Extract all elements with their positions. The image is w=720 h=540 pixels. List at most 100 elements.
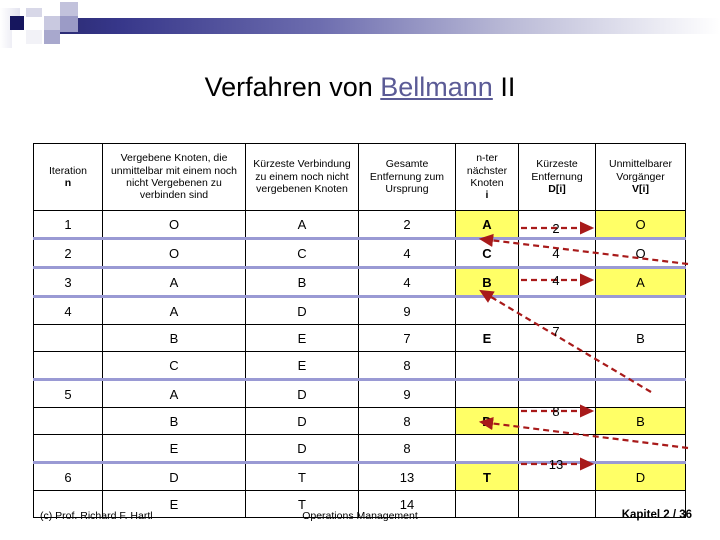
shortest-distance-cell <box>518 407 596 435</box>
iteration-cell <box>33 351 103 381</box>
bellmann-algorithm-table: Iteration n Vergebene Knoten, die unmittel… <box>33 143 686 518</box>
header-label: Unmittelbarer Vorgänger <box>608 158 673 183</box>
iteration-cell: 1 <box>33 210 103 240</box>
deco-square-6 <box>44 30 60 44</box>
deco-square-5 <box>44 16 60 30</box>
predecessor-cell: B <box>595 324 686 352</box>
shortest-distance-cell <box>518 462 596 491</box>
deco-square-2 <box>10 16 24 30</box>
table-header-cell-6: Unmittelbarer Vorgänger V[i] <box>595 143 686 211</box>
header-label: Kürzeste Verbindung zu einem noch nicht … <box>253 158 351 196</box>
total-distance-cell: 8 <box>358 407 456 435</box>
table-row: 1OA2AO <box>33 210 686 240</box>
nth-nearest-node-cell <box>455 351 519 381</box>
table-header-cell-1: Vergebene Knoten, die unmittelbar mit ei… <box>102 143 246 211</box>
table-row: 3AB4BA <box>33 267 686 298</box>
iteration-cell <box>33 324 103 352</box>
predecessor-cell: B <box>595 407 686 435</box>
assigned-nodes-cell: D <box>102 462 246 491</box>
page-title: Verfahren von Bellmann II <box>205 72 516 102</box>
deco-square-9 <box>0 30 12 48</box>
header-label: Iteration <box>49 164 87 177</box>
header-label: n-ter nächster Knoten <box>466 152 508 189</box>
total-distance-cell: 2 <box>358 210 456 240</box>
predecessor-cell: O <box>595 210 686 240</box>
slide-footer: (c) Prof. Richard F. Hartl Operations Ma… <box>0 508 720 532</box>
shortest-distance-cell <box>518 324 596 352</box>
predecessor-cell: A <box>595 267 686 298</box>
total-distance-cell: 9 <box>358 296 456 325</box>
shortest-connection-cell: D <box>245 434 359 464</box>
assigned-nodes-cell: A <box>102 267 246 298</box>
table-header-cell-3: Gesamte Entfernung zum Ursprung <box>358 143 456 211</box>
page-title-container: Verfahren von Bellmann II <box>0 72 720 103</box>
predecessor-cell <box>595 434 686 464</box>
iteration-cell: 4 <box>33 296 103 325</box>
assigned-nodes-cell: A <box>102 296 246 325</box>
bellmann-table-container: Iteration n Vergebene Knoten, die unmittel… <box>33 143 686 518</box>
header-symbol: V[i] <box>632 183 649 196</box>
title-text-after: II <box>492 72 516 102</box>
shortest-connection-cell: D <box>245 407 359 435</box>
shortest-distance-cell <box>518 210 596 240</box>
shortest-connection-cell: D <box>245 296 359 325</box>
table-header-cell-4: n-ter nächster Knoten i <box>455 143 519 211</box>
shortest-distance-cell <box>518 351 596 381</box>
bellmann-hyperlink[interactable]: Bellmann <box>380 72 493 102</box>
shortest-distance-cell <box>518 434 596 464</box>
shortest-connection-cell: C <box>245 238 359 269</box>
iteration-cell <box>33 407 103 435</box>
deco-square-3 <box>26 8 42 17</box>
shortest-connection-cell: B <box>245 267 359 298</box>
assigned-nodes-cell: B <box>102 407 246 435</box>
assigned-nodes-cell: C <box>102 351 246 381</box>
table-row: 6 D T 13 T D <box>33 462 686 491</box>
title-text-before: Verfahren von <box>204 72 381 102</box>
assigned-nodes-cell: B <box>102 324 246 352</box>
total-distance-cell: 9 <box>358 379 456 408</box>
table-header-cell-2: Kürzeste Verbindung zu einem noch nicht … <box>245 143 359 211</box>
shortest-distance-cell <box>518 238 596 269</box>
table-header-cell-5: Kürzeste Entfernung D[i] <box>518 143 596 211</box>
footer-course: Operations Management <box>302 510 418 522</box>
deco-square-8 <box>60 16 78 32</box>
table-body: 1OA2AO2OC4CO3AB4BA4AD9BE7EBCE85AD9BD8DBE… <box>33 210 686 518</box>
nth-nearest-node-cell: B <box>455 267 519 298</box>
shortest-connection-cell: E <box>245 324 359 352</box>
predecessor-cell <box>595 296 686 325</box>
total-distance-cell: 8 <box>358 434 456 464</box>
assigned-nodes-cell: E <box>102 434 246 464</box>
table-row: BD8DB <box>33 407 686 435</box>
nth-nearest-node-cell: A <box>455 210 519 240</box>
table-row: 5AD9 <box>33 379 686 408</box>
header-label: Gesamte Entfernung zum Ursprung <box>369 158 445 196</box>
shortest-connection-cell: A <box>245 210 359 240</box>
table-row: 4AD9 <box>33 296 686 325</box>
predecessor-cell: O <box>595 238 686 269</box>
shortest-distance-cell <box>518 267 596 298</box>
iteration-cell: 5 <box>33 379 103 408</box>
total-distance-cell: 13 <box>358 462 456 491</box>
predecessor-cell <box>595 379 686 408</box>
shortest-distance-cell <box>518 296 596 325</box>
shortest-connection-cell: T <box>245 462 359 491</box>
total-distance-cell: 4 <box>358 267 456 298</box>
header-label: Kürzeste Entfernung <box>531 158 583 183</box>
header-symbol: i <box>485 189 489 202</box>
table-header-row: Iteration n Vergebene Knoten, die unmittel… <box>33 143 686 211</box>
nth-nearest-node-cell <box>455 434 519 464</box>
assigned-nodes-cell: O <box>102 238 246 269</box>
nth-nearest-node-cell <box>455 296 519 325</box>
total-distance-cell: 7 <box>358 324 456 352</box>
nth-nearest-node-cell: T <box>455 462 519 491</box>
predecessor-cell: D <box>595 462 686 491</box>
shortest-connection-cell: D <box>245 379 359 408</box>
iteration-cell: 6 <box>33 462 103 491</box>
predecessor-cell <box>595 351 686 381</box>
iteration-cell: 2 <box>33 238 103 269</box>
nth-nearest-node-cell <box>455 379 519 408</box>
table-header-cell-0: Iteration n <box>33 143 103 211</box>
footer-page-number: Kapitel 2 / 36 <box>621 509 692 521</box>
slide-header-decoration <box>0 0 720 48</box>
header-label: Vergebene Knoten, die unmittelbar mit ei… <box>110 152 238 202</box>
